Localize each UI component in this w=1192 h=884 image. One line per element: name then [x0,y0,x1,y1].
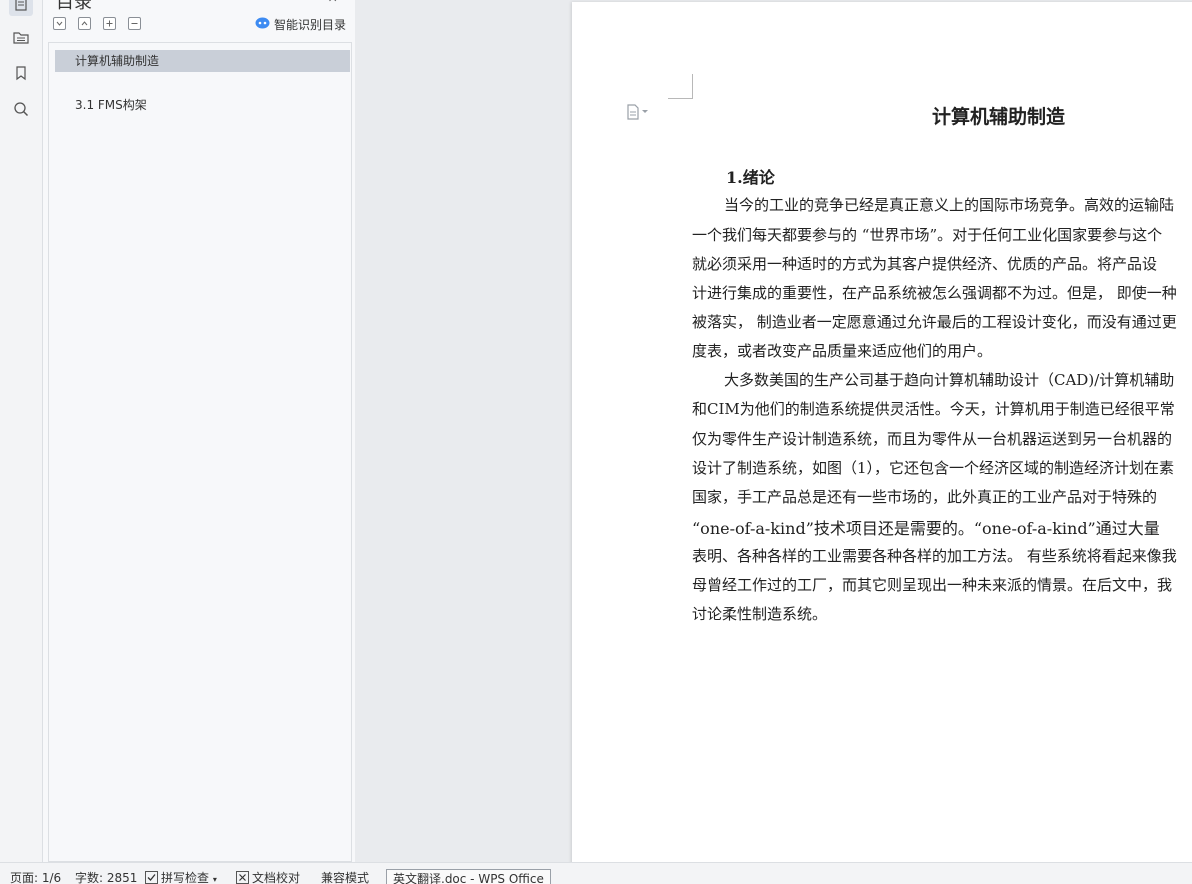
page-indicator[interactable]: 页面: 1/6 [10,869,61,884]
document-area[interactable]: 计算机辅助制造 1.绪论 当今的工业的竞争已经是真正意义上的国际市场竞争。高效的… [356,0,1192,882]
add-level-icon[interactable] [103,17,116,30]
checkbox-icon [145,871,158,884]
paragraph-menu-icon[interactable] [626,104,648,120]
smart-toc-button[interactable]: 智能识别目录 [255,16,346,33]
body-line: 表明、各种各样的工业需要各种各样的加工方法。 有些系统将看起来像我 [692,547,1177,565]
body-line: “one-of-a-kind”技术项目还是需要的。“one-of-a-kind”… [692,519,1160,538]
toc-list: 计算机辅助制造 3.1 FMS构架 [48,42,352,862]
toc-item-label: 计算机辅助制造 [75,54,160,68]
toc-item-label: 3.1 FMS构架 [75,98,147,112]
status-bar: 页面: 1/6 字数: 2851 拼写检查 ▾ 文档校对 兼容模式 英文翻译.d… [0,862,1192,884]
toc-title: 目录 [56,0,92,13]
body-line: 讨论柔性制造系统。 [692,605,828,623]
remove-level-icon[interactable] [128,17,141,30]
bookmark-icon[interactable] [9,61,33,85]
toc-item[interactable]: 计算机辅助制造 [55,50,350,72]
body-line: 被落实， 制造业者一定愿意通过允许最后的工程设计变化，而没有通过更 [692,313,1177,331]
smart-toc-label: 智能识别目录 [274,18,347,32]
body-line: 设计了制造系统，如图（1），它还包含一个经济区域的制造经济计划在素 [692,459,1175,477]
robot-icon [255,17,270,32]
proofread-button[interactable]: 文档校对 [236,869,300,884]
body-line: 度表，或者改变产品质量来适应他们的用户。 [692,342,993,360]
body-line: 母曾经工作过的工厂，而其它则呈现出一种未来派的情景。在后文中，我 [692,576,1173,594]
document-page[interactable]: 计算机辅助制造 1.绪论 当今的工业的竞争已经是真正意义上的国际市场竞争。高效的… [572,2,1192,882]
section-heading: 1.绪论 [726,168,775,187]
dropdown-arrow-icon: ▾ [212,875,217,884]
toc-close-button[interactable]: × [328,0,337,8]
body-line: 和CIM为他们的制造系统提供灵活性。今天，计算机用于制造已经很平常 [692,400,1175,418]
proofread-label: 文档校对 [252,871,301,884]
margin-corner-mark [668,74,693,99]
body-line: 大多数美国的生产公司基于趋向计算机辅助设计（CAD)/计算机辅助 [724,371,1175,389]
collapse-all-icon[interactable] [53,17,66,30]
body-line: 仅为零件生产设计制造系统，而且为零件从一台机器运送到另一台机器的 [692,430,1173,448]
spell-check-button[interactable]: 拼写检查 ▾ [145,869,217,884]
side-icon-strip [0,0,43,862]
document-title: 计算机辅助制造 [932,106,1066,128]
toc-item[interactable]: 3.1 FMS构架 [55,94,350,116]
search-icon[interactable] [9,97,33,121]
expand-all-icon[interactable] [78,17,91,30]
toc-folder-icon[interactable] [9,25,33,49]
word-count[interactable]: 字数: 2851 [75,869,137,884]
body-line: 一个我们每天都要参与的 “世界市场”。对于任何工业化国家要参与这个 [692,226,1163,244]
body-line: 国家，手工产品总是还有一些市场的，此外真正的工业产品对于特殊的 [692,488,1158,506]
toc-toolbar [53,17,141,30]
toc-panel: 目录 × 智能识别目录 计算机辅助制造 3.1 FMS构架 [43,0,355,862]
spell-check-label: 拼写检查 [161,871,210,884]
body-line: 就必须采用一种适时的方式为其客户提供经济、优质的产品。将产品设 [692,255,1158,273]
compat-mode-label: 兼容模式 [321,871,370,884]
proofread-icon [236,871,249,884]
body-line: 计进行集成的重要性，在产品系统被怎么强调都不为过。但是， 即使一种 [692,284,1177,302]
document-icon[interactable] [9,0,33,16]
body-line: 当今的工业的竞争已经是真正意义上的国际市场竞争。高效的运输陆 [724,196,1175,214]
taskbar-window-tab[interactable]: 英文翻译.doc - WPS Office [386,869,551,884]
